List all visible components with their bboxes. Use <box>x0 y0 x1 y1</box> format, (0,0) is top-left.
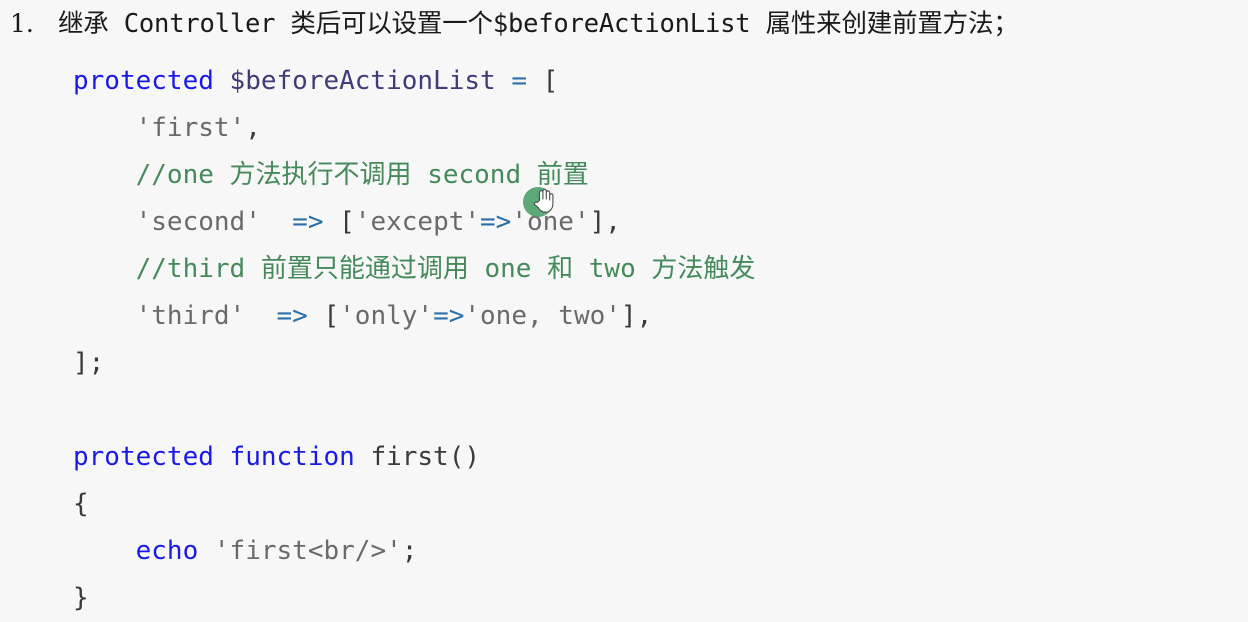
code-token-pun <box>214 442 230 472</box>
code-token-pun <box>73 207 136 237</box>
code-token-pun: ], <box>589 207 621 237</box>
code-token-pun: } <box>73 583 89 613</box>
code-line: //one 方法执行不调用 second 前置 <box>73 152 1248 199</box>
code-line: 'second' => ['except'=>'one'], <box>73 199 1248 246</box>
code-token-pun <box>355 442 371 472</box>
code-token-cmt: //one 方法执行不调用 second 前置 <box>135 160 589 190</box>
code-token-pun: [ <box>526 66 559 96</box>
code-line: protected $beforeActionList = [ <box>73 58 1248 105</box>
code-token-pun <box>73 301 136 331</box>
code-line: echo 'first<br/>'; <box>73 528 1248 575</box>
code-token-str: 'second' <box>135 207 261 237</box>
code-token-str: 'first<br/>' <box>213 536 402 566</box>
code-token-kw: protected <box>73 66 214 96</box>
code-token-pun: ; <box>401 536 418 566</box>
code-token-op: => <box>433 301 465 331</box>
code-token-pun: { <box>73 489 89 519</box>
code-token-str: 'one' <box>511 207 590 237</box>
code-token-cmt: //third 前置只能通过调用 one 和 two 方法触发 <box>135 254 756 284</box>
code-token-pun: [ <box>323 207 355 237</box>
code-token-str: 'except' <box>354 207 481 237</box>
code-token-pun <box>496 66 512 96</box>
code-token-pun <box>73 254 136 284</box>
code-token-op: => <box>292 207 324 237</box>
code-token-kw: function <box>229 442 355 472</box>
code-token-str: 'only' <box>339 301 434 331</box>
code-token-fn: first() <box>370 442 481 472</box>
code-token-pun <box>214 66 230 96</box>
code-line: { <box>73 481 1248 528</box>
code-token-pun <box>245 301 276 331</box>
code-snippet-page: 1. 继承 Controller 类后可以设置一个$beforeActionLi… <box>0 0 1248 613</box>
code-token-op: = <box>511 66 527 96</box>
code-token-pun <box>198 536 214 566</box>
code-line: protected function first() <box>73 434 1248 481</box>
code-token-pun: ]; <box>73 348 105 378</box>
code-line: 'third' => ['only'=>'one, two'], <box>73 293 1248 340</box>
list-item: 1. 继承 Controller 类后可以设置一个$beforeActionLi… <box>0 4 1248 48</box>
list-item-marker: 1. <box>10 9 34 38</box>
list-item-text: 继承 Controller 类后可以设置一个$beforeActionList … <box>58 9 1019 39</box>
code-token-op: => <box>480 207 512 237</box>
code-token-op: => <box>276 301 308 331</box>
code-token-str: 'first' <box>135 113 246 143</box>
code-token-kw: protected <box>73 442 214 472</box>
code-block[interactable]: protected $beforeActionList = [ 'first',… <box>73 58 1248 622</box>
code-token-kw: echo <box>135 536 199 566</box>
code-token-pun: , <box>245 113 261 143</box>
code-line: 'first', <box>73 105 1248 152</box>
code-token-pun: [ <box>307 301 340 331</box>
code-token-str: 'third' <box>135 301 246 331</box>
code-line: } <box>73 575 1248 622</box>
code-token-pun: ], <box>620 301 653 331</box>
code-token-pun <box>261 207 292 237</box>
code-token-str: 'one, two' <box>464 301 621 331</box>
code-token-pun <box>73 113 136 143</box>
code-token-pun <box>73 536 136 566</box>
code-token-var: $beforeActionList <box>229 66 496 96</box>
code-line: ]; <box>73 340 1248 387</box>
code-token-pun <box>73 160 136 190</box>
code-line: //third 前置只能通过调用 one 和 two 方法触发 <box>73 246 1248 293</box>
